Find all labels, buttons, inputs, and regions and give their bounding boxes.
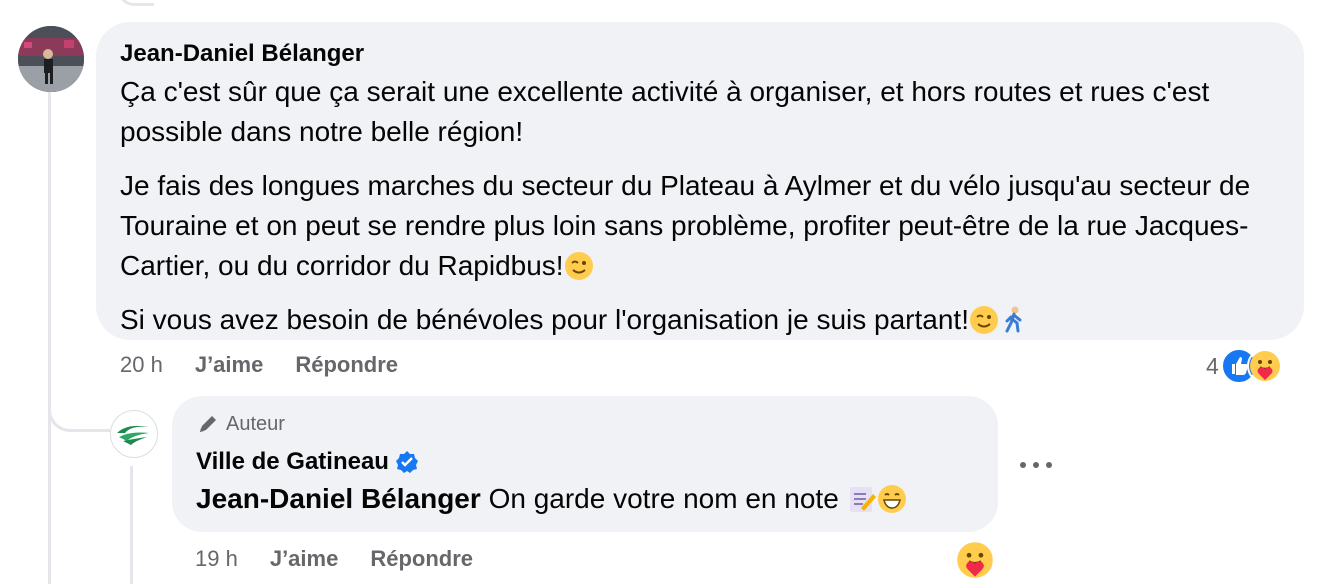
reply-author-name[interactable]: Ville de Gatineau [196, 448, 389, 476]
reply-thread-line [130, 466, 133, 584]
comment-paragraph-3-text: Si vous avez besoin de bénévoles pour l'… [120, 304, 969, 335]
wink-emoji-icon [564, 252, 593, 280]
grinning-emoji-icon [877, 485, 906, 513]
wink-emoji-icon [969, 306, 998, 334]
walking-person-emoji-icon [1005, 306, 1022, 333]
avatar-jean-daniel[interactable] [18, 26, 84, 92]
comment-paragraph-2-text: Je fais des longues marches du secteur d… [120, 170, 1251, 281]
more-options-button[interactable] [1020, 455, 1052, 475]
author-badge: Auteur [196, 412, 285, 436]
comment-author[interactable]: Jean-Daniel Bélanger [120, 40, 364, 68]
reaction-count: 4 [1206, 352, 1219, 379]
reply-reactions[interactable] [956, 541, 994, 584]
dot [1046, 462, 1052, 468]
avatar-ville-de-gatineau[interactable] [110, 410, 158, 458]
mention-link[interactable]: Jean-Daniel Bélanger [196, 483, 481, 514]
reply-actions: 19 h J’aime Répondre [195, 546, 505, 572]
comment-reactions[interactable]: 4 [1206, 346, 1283, 386]
reply-text: Jean-Daniel Bélanger On garde votre nom … [196, 480, 907, 518]
comment-actions: 20 h J’aime Répondre [120, 352, 430, 378]
pencil-icon [200, 416, 216, 432]
dot [1033, 462, 1039, 468]
comment-paragraph-1: Ça c'est sûr que ça serait une excellent… [120, 76, 1210, 147]
comment-timestamp[interactable]: 20 h [120, 352, 163, 378]
reply-like-button[interactable]: J’aime [270, 546, 339, 572]
reply-reply-button[interactable]: Répondre [370, 546, 473, 572]
care-icon [1246, 348, 1283, 384]
reply-timestamp[interactable]: 19 h [195, 546, 238, 572]
like-button[interactable]: J’aime [195, 352, 264, 378]
care-icon [957, 542, 993, 578]
memo-emoji-icon [849, 487, 876, 512]
dot [1020, 462, 1026, 468]
thread-connector-reply [48, 360, 110, 432]
reply-text-body: On garde votre nom en note [488, 483, 839, 514]
comment-paragraph-3: Si vous avez besoin de bénévoles pour l'… [120, 300, 1280, 340]
verified-badge-icon [395, 451, 418, 473]
thread-connector-top [118, 0, 154, 6]
reply-author[interactable]: Ville de Gatineau [196, 448, 419, 476]
comment-paragraph-2: Je fais des longues marches du secteur d… [120, 166, 1280, 286]
author-badge-label: Auteur [226, 412, 285, 435]
thread-line [48, 92, 51, 584]
comment-text: Ça c'est sûr que ça serait une excellent… [120, 72, 1280, 340]
reply-button[interactable]: Répondre [295, 352, 398, 378]
